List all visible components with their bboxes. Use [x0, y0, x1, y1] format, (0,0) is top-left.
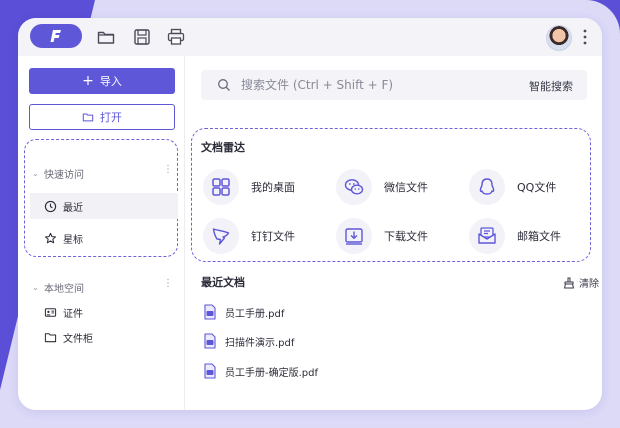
sidebar-item-id-docs[interactable]: 证件: [30, 299, 178, 325]
app-window: + 导入 打开 ⌄ 快速访问 ⋮ 最近 星标 ⌄ 本地空间 ⋮ 证件 文件柜 搜…: [18, 18, 602, 410]
open-label: 打开: [100, 111, 122, 124]
more-vertical-icon[interactable]: ⋮: [163, 164, 173, 175]
list-item[interactable]: 扫描件演示.pdf: [203, 332, 294, 350]
main-content: 智能搜索 文档雷达 我的桌面 微信文件 QQ文件 钉钉文件: [185, 56, 602, 410]
radar-item-mail[interactable]: 邮箱文件: [469, 217, 561, 255]
radar-item-label: 我的桌面: [251, 181, 295, 194]
star-icon: [44, 232, 57, 243]
title-bar: [18, 18, 602, 56]
list-item[interactable]: 员工手册.pdf: [203, 303, 284, 321]
recent-documents-title: 最近文档: [201, 276, 245, 289]
pdf-file-icon: [204, 333, 216, 349]
chevron-down-icon: ⌄: [32, 168, 39, 178]
sidebar-item-label: 最近: [63, 202, 83, 214]
pdf-file-icon: [204, 363, 216, 379]
clear-button[interactable]: 清除: [563, 275, 599, 290]
broom-icon: [564, 277, 574, 288]
app-logo[interactable]: [30, 24, 82, 48]
radar-item-label: QQ文件: [517, 181, 557, 194]
radar-item-qq[interactable]: QQ文件: [469, 168, 556, 206]
more-vertical-icon[interactable]: ⋮: [163, 278, 173, 289]
folder-icon[interactable]: [96, 27, 116, 47]
sidebar-item-recent[interactable]: 最近: [30, 193, 178, 219]
local-space-title: 本地空间: [44, 283, 84, 295]
import-button[interactable]: + 导入: [29, 68, 175, 94]
dingtalk-icon: [203, 218, 239, 254]
mail-icon: [469, 218, 505, 254]
plus-icon: +: [82, 73, 94, 89]
quick-access-header[interactable]: ⌄ 快速访问 ⋮: [32, 164, 173, 182]
search-bar[interactable]: 智能搜索: [201, 70, 587, 100]
id-card-icon: [44, 307, 57, 317]
clear-label: 清除: [579, 279, 599, 290]
radar-item-label: 钉钉文件: [251, 230, 295, 243]
chevron-down-icon: ⌄: [32, 282, 39, 292]
search-input[interactable]: [239, 77, 513, 93]
sidebar: + 导入 打开 ⌄ 快速访问 ⋮ 最近 星标 ⌄ 本地空间 ⋮ 证件 文件柜: [18, 56, 185, 410]
avatar[interactable]: [546, 25, 572, 51]
radar-item-dingtalk[interactable]: 钉钉文件: [203, 217, 295, 255]
smart-search-button[interactable]: 智能搜索: [529, 78, 573, 94]
desktop-grid-icon: [203, 169, 239, 205]
logo-f-icon: [50, 30, 61, 42]
sidebar-item-file-cabinet[interactable]: 文件柜: [30, 324, 178, 350]
print-icon[interactable]: [166, 27, 186, 47]
file-name: 扫描件演示.pdf: [225, 337, 295, 349]
local-space-header[interactable]: ⌄ 本地空间 ⋮: [32, 278, 173, 296]
import-label: 导入: [99, 75, 122, 88]
sidebar-item-label: 星标: [63, 234, 83, 246]
radar-item-label: 下载文件: [384, 230, 428, 243]
sidebar-item-label: 证件: [63, 308, 83, 320]
more-vertical-icon[interactable]: [580, 27, 590, 47]
list-item[interactable]: 员工手册-确定版.pdf: [203, 362, 318, 380]
folder-open-icon: [82, 113, 94, 122]
qq-icon: [469, 169, 505, 205]
quick-access-title: 快速访问: [44, 169, 84, 181]
file-name: 员工手册-确定版.pdf: [225, 367, 319, 379]
radar-item-download[interactable]: 下载文件: [336, 217, 428, 255]
sidebar-item-starred[interactable]: 星标: [30, 225, 178, 251]
radar-item-wechat[interactable]: 微信文件: [336, 168, 428, 206]
document-radar-title: 文档雷达: [201, 141, 245, 154]
radar-item-label: 邮箱文件: [517, 230, 561, 243]
file-name: 员工手册.pdf: [225, 308, 285, 320]
radar-item-desktop[interactable]: 我的桌面: [203, 168, 295, 206]
pdf-file-icon: [204, 304, 216, 320]
search-icon: [218, 79, 230, 91]
sidebar-item-label: 文件柜: [63, 333, 93, 345]
wechat-icon: [336, 169, 372, 205]
download-icon: [336, 218, 372, 254]
radar-item-label: 微信文件: [384, 181, 428, 194]
save-icon[interactable]: [132, 27, 152, 47]
folder-icon: [44, 332, 57, 342]
clock-icon: [44, 200, 57, 212]
open-button[interactable]: 打开: [29, 104, 175, 130]
